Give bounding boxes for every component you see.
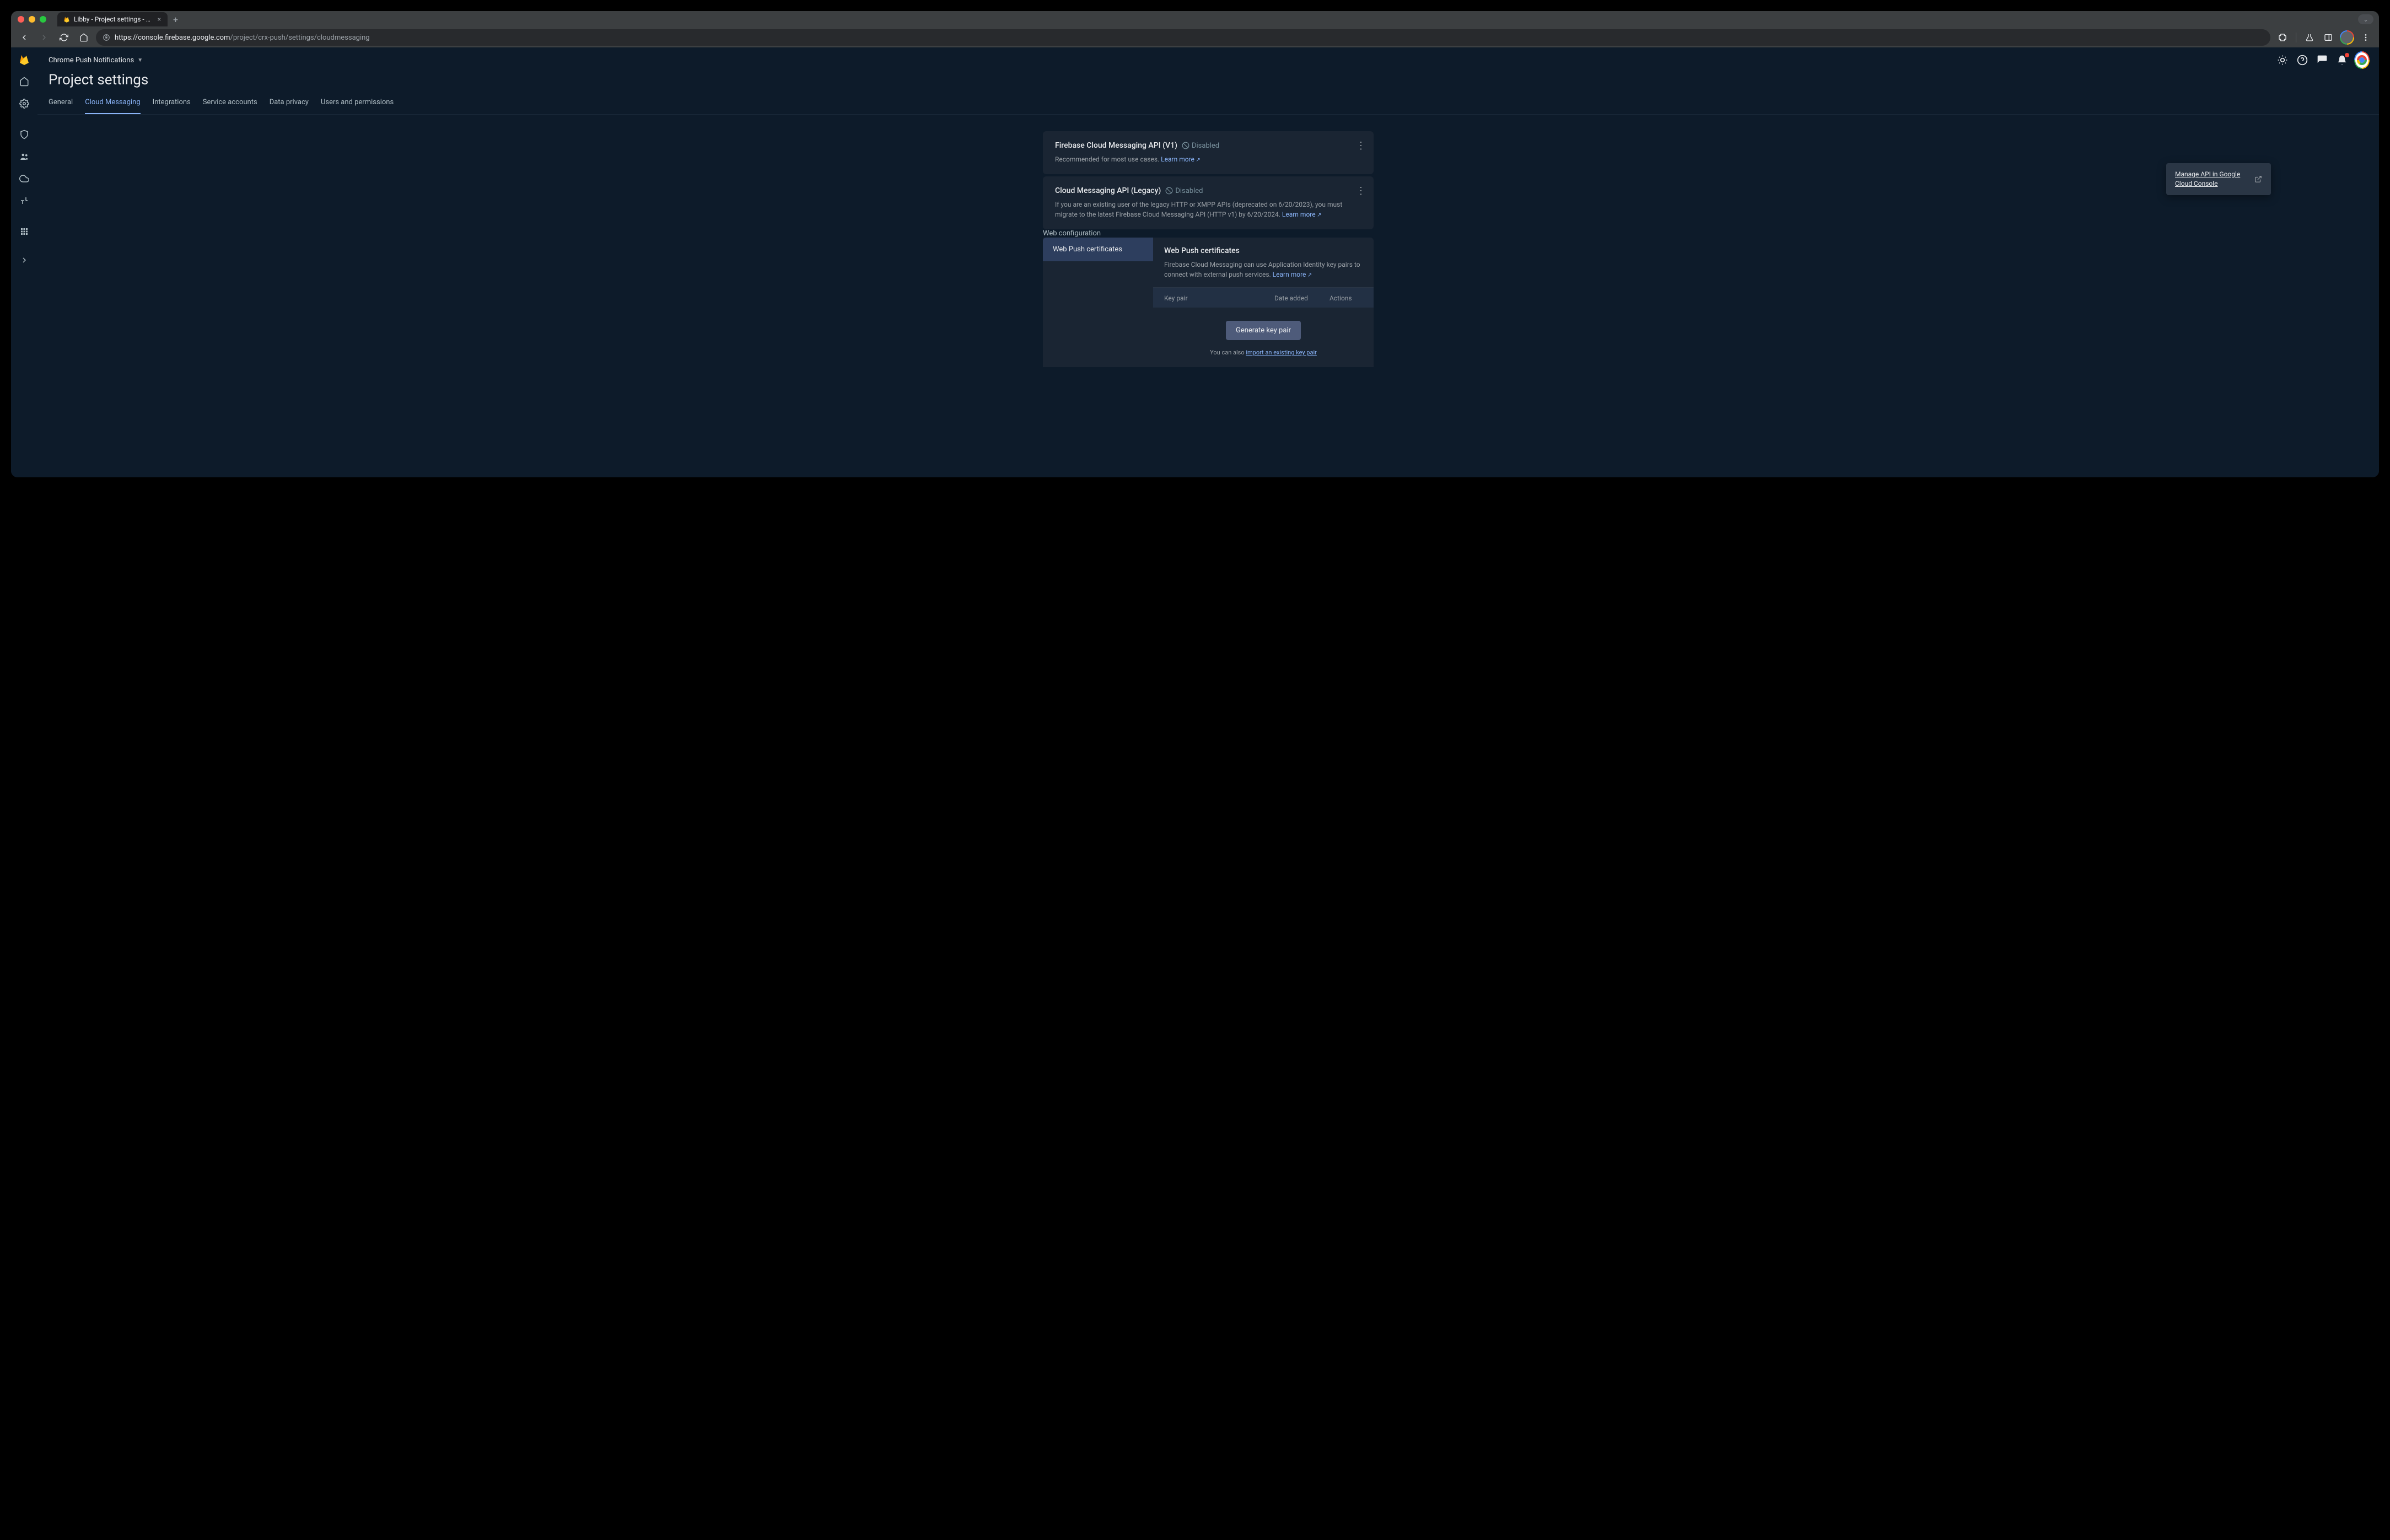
import-key-pair-link[interactable]: import an existing key pair [1246, 349, 1317, 356]
tab-close-icon[interactable]: × [157, 15, 162, 23]
config-sidebar: Web Push certificates [1043, 238, 1153, 367]
fcm-legacy-card: Cloud Messaging API (Legacy) Disabled If… [1043, 176, 1374, 229]
tabs-overflow-button[interactable]: ⌄ [2358, 14, 2373, 24]
fcm-v1-card: Firebase Cloud Messaging API (V1) Disabl… [1043, 131, 1374, 174]
table-header: Key pair Date added Actions [1153, 287, 1374, 308]
sidebar-expand-icon[interactable] [14, 250, 34, 270]
external-link-icon [2254, 175, 2262, 183]
firebase-favicon-icon [63, 15, 71, 23]
notification-dot [2345, 53, 2349, 57]
titlebar: Libby - Project settings - Fire × + ⌄ [11, 11, 2379, 28]
th-actions: Actions [1329, 294, 1363, 302]
sidebar-cloud-icon[interactable] [14, 169, 34, 189]
topbar: Chrome Push Notifications ▼ [37, 47, 2379, 69]
main-content: Chrome Push Notifications ▼ [37, 47, 2379, 477]
sidebar-shield-icon[interactable] [14, 125, 34, 144]
browser-window: Libby - Project settings - Fire × + ⌄ ht [11, 11, 2379, 477]
help-icon[interactable] [2296, 54, 2308, 66]
window-maximize-button[interactable] [40, 16, 46, 23]
web-push-certs-tab[interactable]: Web Push certificates [1043, 238, 1153, 261]
page-title: Project settings [37, 69, 2379, 93]
api-cards: Firebase Cloud Messaging API (V1) Disabl… [1032, 131, 1385, 229]
card-desc: If you are an existing user of the legac… [1055, 200, 1361, 219]
traffic-lights [18, 16, 46, 23]
browser-toolbar: https://console.firebase.google.com/proj… [11, 28, 2379, 47]
profile-button[interactable] [2339, 30, 2355, 45]
config-desc: Firebase Cloud Messaging can use Applica… [1164, 260, 1363, 279]
reload-button[interactable] [56, 30, 72, 45]
feedback-icon[interactable] [2316, 54, 2328, 66]
sidebar-apps-icon[interactable] [14, 222, 34, 241]
new-tab-button[interactable]: + [168, 14, 184, 25]
tab-data-privacy[interactable]: Data privacy [270, 93, 309, 114]
titlebar-right: ⌄ [2358, 14, 2373, 24]
th-keypair: Key pair [1164, 294, 1274, 302]
card-title-row: Firebase Cloud Messaging API (V1) Disabl… [1055, 141, 1361, 150]
manage-api-popup[interactable]: Manage API in Google Cloud Console [2166, 163, 2271, 195]
browser-tab[interactable]: Libby - Project settings - Fire × [57, 12, 168, 26]
app-content: Chrome Push Notifications ▼ [11, 47, 2379, 477]
forward-button[interactable] [36, 30, 52, 45]
web-config-card: Web Push certificates Web Push certifica… [1043, 238, 1374, 367]
settings-tabs: General Cloud Messaging Integrations Ser… [37, 93, 2379, 115]
sidebar-people-icon[interactable] [14, 147, 34, 166]
tab-users-permissions[interactable]: Users and permissions [321, 93, 394, 114]
notifications-icon[interactable] [2336, 54, 2348, 66]
disabled-badge: Disabled [1182, 142, 1219, 150]
disabled-badge: Disabled [1165, 187, 1203, 195]
tab-general[interactable]: General [49, 93, 73, 114]
firebase-sidebar [11, 47, 37, 477]
window-minimize-button[interactable] [29, 16, 35, 23]
home-button[interactable] [76, 30, 91, 45]
fcm-legacy-title: Cloud Messaging API (Legacy) [1055, 186, 1161, 195]
account-avatar[interactable] [2356, 54, 2368, 66]
back-button[interactable] [17, 30, 32, 45]
dropdown-icon: ▼ [137, 57, 143, 63]
generate-key-pair-button[interactable]: Generate key pair [1226, 321, 1301, 340]
sidebar-remote-config-icon[interactable] [14, 191, 34, 211]
labs-button[interactable] [2302, 30, 2317, 45]
tab-integrations[interactable]: Integrations [153, 93, 191, 114]
extensions-button[interactable] [2275, 30, 2290, 45]
kebab-menu-button[interactable] [2358, 30, 2373, 45]
config-title: Web Push certificates [1164, 246, 1363, 255]
import-line: You can also import an existing key pair [1153, 349, 1374, 356]
toolbar-right [2275, 30, 2373, 45]
side-panel-button[interactable] [2321, 30, 2336, 45]
card-desc: Recommended for most use cases. Learn mo… [1055, 154, 1361, 164]
fcm-v1-title: Firebase Cloud Messaging API (V1) [1055, 141, 1177, 150]
learn-more-link[interactable]: Learn more [1161, 155, 1201, 163]
tab-service-accounts[interactable]: Service accounts [203, 93, 257, 114]
address-bar[interactable]: https://console.firebase.google.com/proj… [96, 29, 2270, 46]
project-name: Chrome Push Notifications [49, 56, 134, 64]
site-info-icon[interactable] [103, 34, 110, 41]
table-body: Generate key pair You can also import an… [1153, 308, 1374, 367]
window-close-button[interactable] [18, 16, 24, 23]
firebase-logo-icon[interactable] [17, 52, 32, 67]
topbar-right [2276, 54, 2368, 66]
popup-text: Manage API in Google Cloud Console [2175, 170, 2244, 189]
tab-title: Libby - Project settings - Fire [74, 15, 153, 23]
tab-cloud-messaging[interactable]: Cloud Messaging [85, 93, 140, 114]
theme-toggle-icon[interactable] [2276, 54, 2289, 66]
card-menu-button[interactable]: ⋮ [1356, 140, 1366, 152]
config-main: Web Push certificates Firebase Cloud Mes… [1153, 238, 1374, 367]
th-date: Date added [1274, 294, 1329, 302]
project-selector[interactable]: Chrome Push Notifications ▼ [49, 56, 143, 64]
card-menu-button[interactable]: ⋮ [1356, 185, 1366, 197]
learn-more-link[interactable]: Learn more [1282, 211, 1322, 218]
web-config-heading: Web configuration [1032, 229, 1385, 238]
learn-more-link[interactable]: Learn more [1273, 271, 1312, 278]
sidebar-settings-icon[interactable] [14, 94, 34, 114]
tab-strip: Libby - Project settings - Fire × + [57, 12, 184, 26]
url-text: https://console.firebase.google.com/proj… [115, 34, 2264, 42]
sidebar-home-icon[interactable] [14, 72, 34, 91]
card-title-row: Cloud Messaging API (Legacy) Disabled [1055, 186, 1361, 195]
